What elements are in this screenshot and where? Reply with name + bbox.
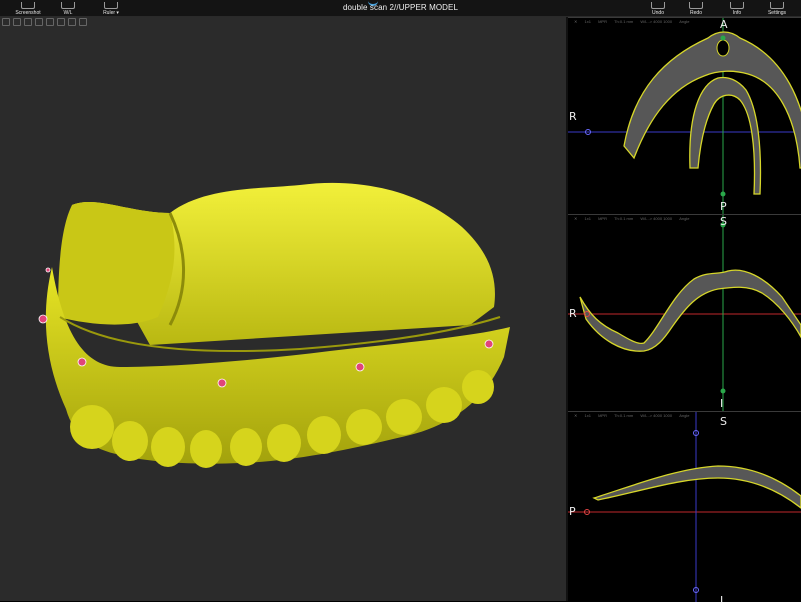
- mpr-view-sagittal[interactable]: ✕ 1x1 MPR Th:0.1 mm W/L -> 4000 1000 Ang…: [568, 411, 801, 602]
- gear-icon: [770, 2, 784, 9]
- viewport-3d[interactable]: [0, 17, 566, 601]
- orientation-bottom-label: P: [720, 200, 727, 213]
- redo-button[interactable]: Redo: [686, 0, 706, 16]
- settings-button[interactable]: Settings: [764, 0, 790, 16]
- axial-slice-image: [568, 18, 801, 214]
- orientation-bottom-label: I: [720, 397, 724, 410]
- window-title: double scan 2//UPPER MODEL: [342, 3, 459, 12]
- mpr-view-coronal[interactable]: ✕ 1x1 MPR Th:0.1 mm W/L -> 4000 1000 Ang…: [568, 214, 801, 411]
- info-icon: [730, 2, 744, 9]
- mpr-view-axial[interactable]: ✕ 1x1 MPR Th:0.1 mm W/L -> 4000 1000 Ang…: [568, 17, 801, 214]
- orientation-top-label: S: [720, 415, 727, 428]
- orientation-top-label: A: [720, 18, 728, 31]
- orientation-top-label: S: [720, 215, 727, 228]
- coronal-slice-image: [568, 215, 801, 411]
- orientation-left-label: R: [569, 110, 577, 123]
- sagittal-slice-image: [568, 412, 801, 602]
- info-button[interactable]: Info: [728, 0, 746, 16]
- redo-icon: [689, 2, 703, 9]
- undo-icon: [651, 2, 665, 9]
- orientation-left-label: P: [569, 505, 576, 518]
- undo-button[interactable]: Undo: [648, 0, 668, 16]
- orientation-left-label: R: [569, 307, 577, 320]
- top-toolbar: Screenshot W/L Ruler ▾ double scan 2//UP…: [0, 0, 801, 17]
- left-ridge: [58, 201, 175, 325]
- dental-model-render[interactable]: [0, 17, 566, 601]
